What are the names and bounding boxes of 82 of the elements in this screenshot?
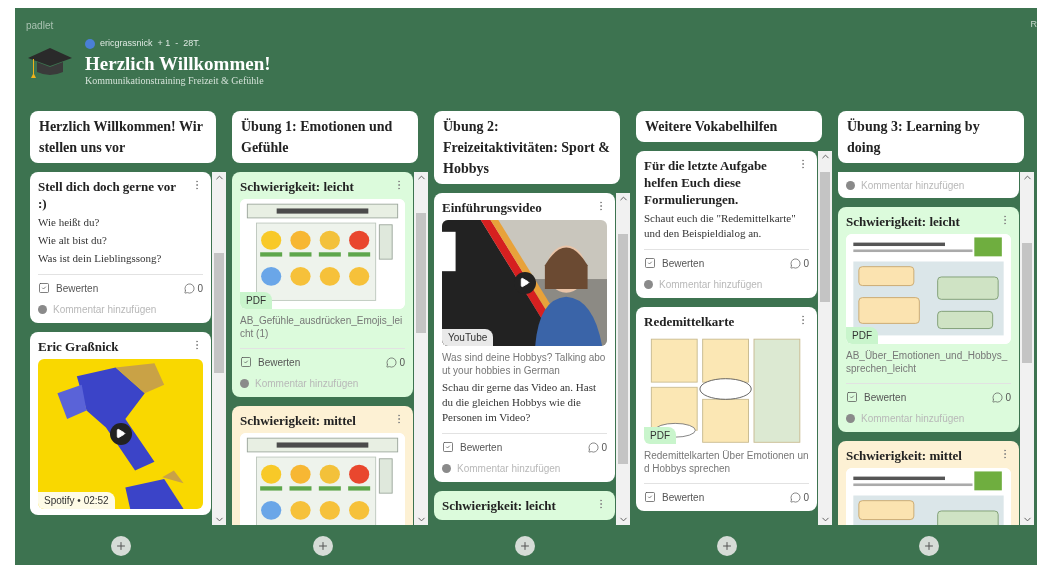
column-title: Übung 1: Emotionen und Gefühle [241, 117, 394, 157]
rate-button[interactable]: Bewerten [644, 489, 705, 505]
post-title: Schwierigkeit: leicht [846, 212, 960, 230]
post-age: 28T. [183, 37, 201, 50]
attachment-caption: AB_Gefühle_ausdrücken_Emojis_leicht (1) [240, 313, 404, 340]
author-name[interactable]: ericgrassnick [100, 37, 153, 51]
comment-icon [588, 441, 600, 453]
post-title: Schwierigkeit: mittel [846, 446, 962, 464]
author-avatar-icon [85, 38, 95, 49]
plus-icon [519, 539, 531, 552]
comment-count[interactable]: 0 [184, 280, 203, 296]
add-post-button[interactable] [515, 535, 535, 556]
post-title: Schwierigkeit: leicht [442, 496, 556, 514]
column-title: Übung 3: Learning by doing [847, 117, 981, 157]
rate-button[interactable]: Bewerten [846, 389, 907, 405]
post-text: Wie alt bist du? [38, 232, 108, 248]
post-title: Einführungsvideo [442, 198, 542, 216]
scrollbar[interactable] [414, 171, 428, 525]
user-avatar-icon [442, 463, 451, 473]
plus-icon [115, 539, 127, 552]
scroll-thumb[interactable] [1022, 242, 1032, 363]
post-text: Was ist dein Lieblingssong? [38, 250, 163, 266]
add-post-button[interactable] [313, 535, 333, 556]
scroll-thumb[interactable] [416, 212, 426, 333]
checkbox-icon [644, 491, 656, 503]
attachment-caption: AB_Über_Emotionen_und_Hobbys_sprechen_leicht [846, 348, 1009, 375]
checkbox-icon [240, 356, 252, 368]
column-title: Herzlich Willkommen! Wir stellen uns vor [39, 117, 204, 157]
comment-icon [790, 491, 802, 503]
checkbox-icon [442, 441, 454, 453]
post-title: Schwierigkeit: leicht [240, 177, 354, 195]
post-title: Schwierigkeit: mittel [240, 411, 356, 429]
board-title: Herzlich Willkommen! [85, 52, 271, 75]
scrollbar[interactable] [616, 192, 630, 525]
rate-button[interactable]: Bewerten [38, 280, 99, 296]
collaborator-count: + 1 [157, 37, 171, 50]
rate-button[interactable]: Bewerten [442, 439, 503, 455]
post-title: Redemittelkarte [644, 312, 735, 330]
plus-icon [317, 539, 329, 552]
comment-count[interactable]: 0 [588, 439, 607, 455]
checkbox-icon [846, 391, 858, 403]
plus-icon [721, 539, 733, 552]
comment-icon [992, 391, 1004, 403]
comment-count[interactable]: 0 [790, 255, 809, 271]
post-title: Eric Graßnick [38, 337, 119, 355]
attachment-caption: Was sind deine Hobbys? Talking about your hobbies in German [442, 350, 607, 377]
post-text: Schaut euch die "Redemittelkarte" und den Beispieldialog an. [644, 210, 797, 241]
post-text: Schau dir gerne das Video an. Hast du die gleichen Hobbys wie die Personen im Video? [442, 379, 597, 425]
rate-button[interactable]: Bewerten [644, 255, 705, 271]
scroll-thumb[interactable] [820, 171, 830, 302]
separator: - [175, 37, 179, 50]
user-avatar-icon [38, 304, 47, 314]
board-subtitle: Kommunikationstraining Freizeit & Gefühle [85, 74, 265, 87]
user-avatar-icon [846, 413, 855, 423]
comment-icon [386, 356, 398, 368]
add-post-button[interactable] [919, 535, 939, 556]
attachment-caption: Redemittelkarten Über Emotionen und Hobbys sprechen [644, 448, 809, 475]
add-post-button[interactable] [717, 535, 737, 556]
scrollbar[interactable] [818, 150, 832, 525]
user-avatar-icon [846, 180, 855, 190]
add-post-button[interactable] [111, 535, 131, 556]
post-title: Für die letzte Aufgabe helfen Euch diese Formulierungen. [644, 156, 768, 208]
comment-count[interactable]: 0 [790, 489, 809, 505]
comment-count[interactable]: 0 [386, 354, 405, 370]
user-avatar-icon [240, 378, 249, 388]
post-text: Wie heißt du? [38, 214, 101, 230]
rate-button[interactable]: Bewerten [240, 354, 301, 370]
user-avatar-icon [644, 279, 653, 289]
scrollbar[interactable] [1020, 171, 1034, 525]
scroll-thumb[interactable] [618, 233, 628, 464]
post-title: Stell dich doch gerne vor :) [38, 177, 177, 212]
comment-count[interactable]: 0 [992, 389, 1011, 405]
checkbox-icon [38, 282, 50, 294]
column-title: Weitere Vokabelhilfen [645, 117, 779, 136]
plus-icon [923, 539, 935, 552]
checkbox-icon [644, 257, 656, 269]
scrollbar[interactable] [212, 171, 226, 525]
scroll-thumb[interactable] [214, 252, 224, 373]
comment-icon [184, 282, 196, 294]
column-title: Übung 2: Freizeitaktivitäten: Sport & Hobbys [443, 117, 611, 178]
edge-text: R [1030, 18, 1037, 31]
comment-icon [790, 257, 802, 269]
